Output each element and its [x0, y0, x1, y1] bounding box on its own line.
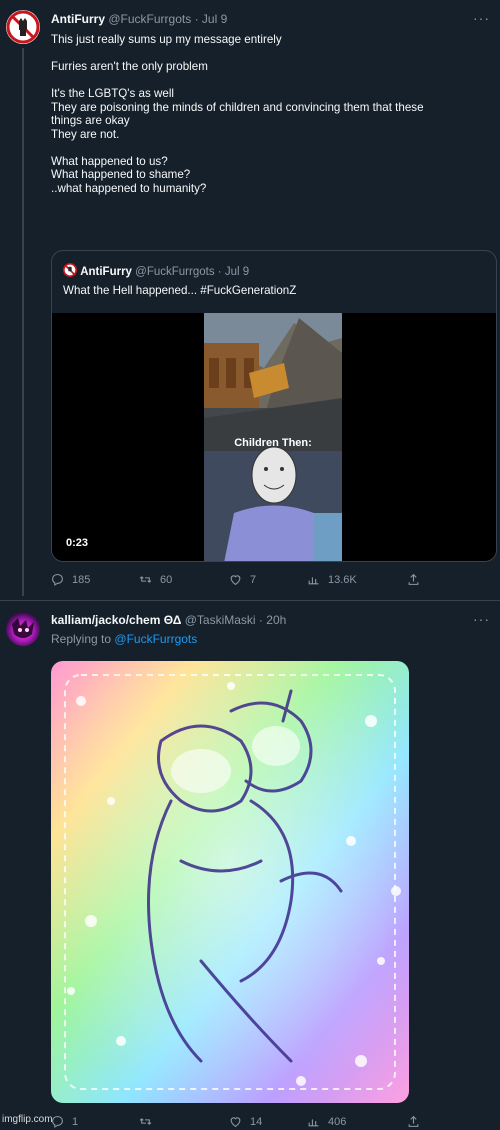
like-icon: [230, 575, 241, 586]
no-furry-avatar-icon: [6, 10, 40, 44]
share-icon: [408, 573, 419, 585]
share-icon: [408, 1115, 419, 1127]
retweet-icon: [139, 1118, 152, 1125]
tweet-kalliam[interactable]: kalliam/jacko/chem ΘΔ @TaskiMaski · 20h …: [0, 601, 500, 1130]
views-icon: [308, 577, 319, 585]
timestamp[interactable]: 20h: [266, 613, 286, 627]
quote-text: What the Hell happened... #FuckGeneratio…: [63, 284, 297, 297]
more-options-icon[interactable]: ···: [473, 611, 490, 627]
like-button[interactable]: 7: [229, 573, 256, 586]
tweet-actions: 1 14 406: [51, 1115, 431, 1130]
video-player[interactable]: Children Then: 0:23: [52, 313, 496, 561]
retweet-count: 60: [160, 573, 173, 586]
tweet-antifurry[interactable]: AntiFurry @FuckFurrgots · Jul 9 ··· This…: [0, 0, 500, 600]
video-frame: Children Then:: [204, 313, 342, 561]
views-count: 406: [328, 1115, 347, 1128]
text-line: They are poisoning the minds of children…: [51, 100, 424, 114]
views-button[interactable]: 13.6K: [307, 573, 357, 586]
like-icon: [230, 1117, 241, 1128]
reply-button[interactable]: 185: [51, 573, 90, 586]
quote-timestamp[interactable]: Jul 9: [225, 266, 249, 278]
reply-count: 185: [72, 573, 91, 586]
views-button[interactable]: 406: [307, 1115, 346, 1128]
reply-count: 1: [72, 1115, 79, 1128]
no-furry-avatar-icon: [63, 263, 77, 277]
replying-to: Replying to @FuckFurrgots: [51, 632, 197, 646]
timestamp[interactable]: Jul 9: [202, 12, 227, 26]
views-count: 13.6K: [328, 573, 357, 586]
replying-prefix: Replying to: [51, 632, 112, 646]
quote-tweet-card[interactable]: AntiFurry @FuckFurrgots · Jul 9 What the…: [51, 250, 497, 562]
reply-icon: [52, 574, 63, 586]
avatar-antifurry[interactable]: [6, 10, 40, 44]
share-button[interactable]: [407, 1115, 420, 1128]
reply-button[interactable]: 1: [51, 1115, 78, 1128]
text-line: What happened to shame?: [51, 168, 191, 181]
more-options-icon[interactable]: ···: [473, 10, 490, 26]
like-count: 14: [250, 1115, 263, 1128]
like-count: 7: [250, 573, 257, 586]
attached-image[interactable]: [51, 661, 409, 1103]
text-line: What happened to us?: [51, 154, 168, 168]
display-name[interactable]: kalliam/jacko/chem ΘΔ: [51, 613, 181, 627]
text-line: It's the LGBTQ's as well: [51, 87, 174, 100]
retweet-icon: [139, 576, 152, 583]
tweet-text: This just really sums up my message enti…: [51, 33, 491, 195]
text-line: things are okay: [51, 114, 130, 127]
retweet-button[interactable]: [139, 1115, 160, 1128]
thread-line: [22, 48, 24, 596]
replying-to-link[interactable]: @FuckFurrgots: [114, 632, 197, 646]
text-line: They are not.: [51, 127, 120, 141]
tweet-header: kalliam/jacko/chem ΘΔ @TaskiMaski · 20h: [51, 613, 287, 627]
quote-user-handle[interactable]: @FuckFurrgots: [135, 266, 214, 278]
text-line: ..what happened to humanity?: [51, 181, 207, 195]
video-caption: Children Then:: [234, 437, 312, 449]
quote-header: AntiFurry @FuckFurrgots · Jul 9: [63, 263, 249, 278]
avatar-art: [12, 618, 34, 638]
user-handle[interactable]: @TaskiMaski: [185, 613, 256, 627]
rainbow-artwork: [51, 661, 409, 1103]
text-line: This just really sums up my message enti…: [51, 33, 282, 46]
display-name[interactable]: AntiFurry: [51, 12, 105, 26]
avatar-kalliam[interactable]: [6, 612, 40, 646]
share-button[interactable]: [407, 573, 420, 586]
imgflip-watermark: imgflip.com: [2, 1114, 53, 1125]
video-duration: 0:23: [66, 537, 89, 549]
quote-display-name[interactable]: AntiFurry: [80, 266, 132, 278]
like-button[interactable]: 14: [229, 1115, 262, 1128]
tweet-actions: 185 60 7 13.6K: [51, 573, 431, 589]
reply-icon: [52, 1116, 63, 1128]
user-handle[interactable]: @FuckFurrgots: [108, 12, 191, 26]
retweet-button[interactable]: 60: [139, 573, 172, 586]
text-line: Furries aren't the only problem: [51, 60, 208, 73]
tweet-header: AntiFurry @FuckFurrgots · Jul 9: [51, 12, 228, 26]
views-icon: [308, 1119, 319, 1127]
